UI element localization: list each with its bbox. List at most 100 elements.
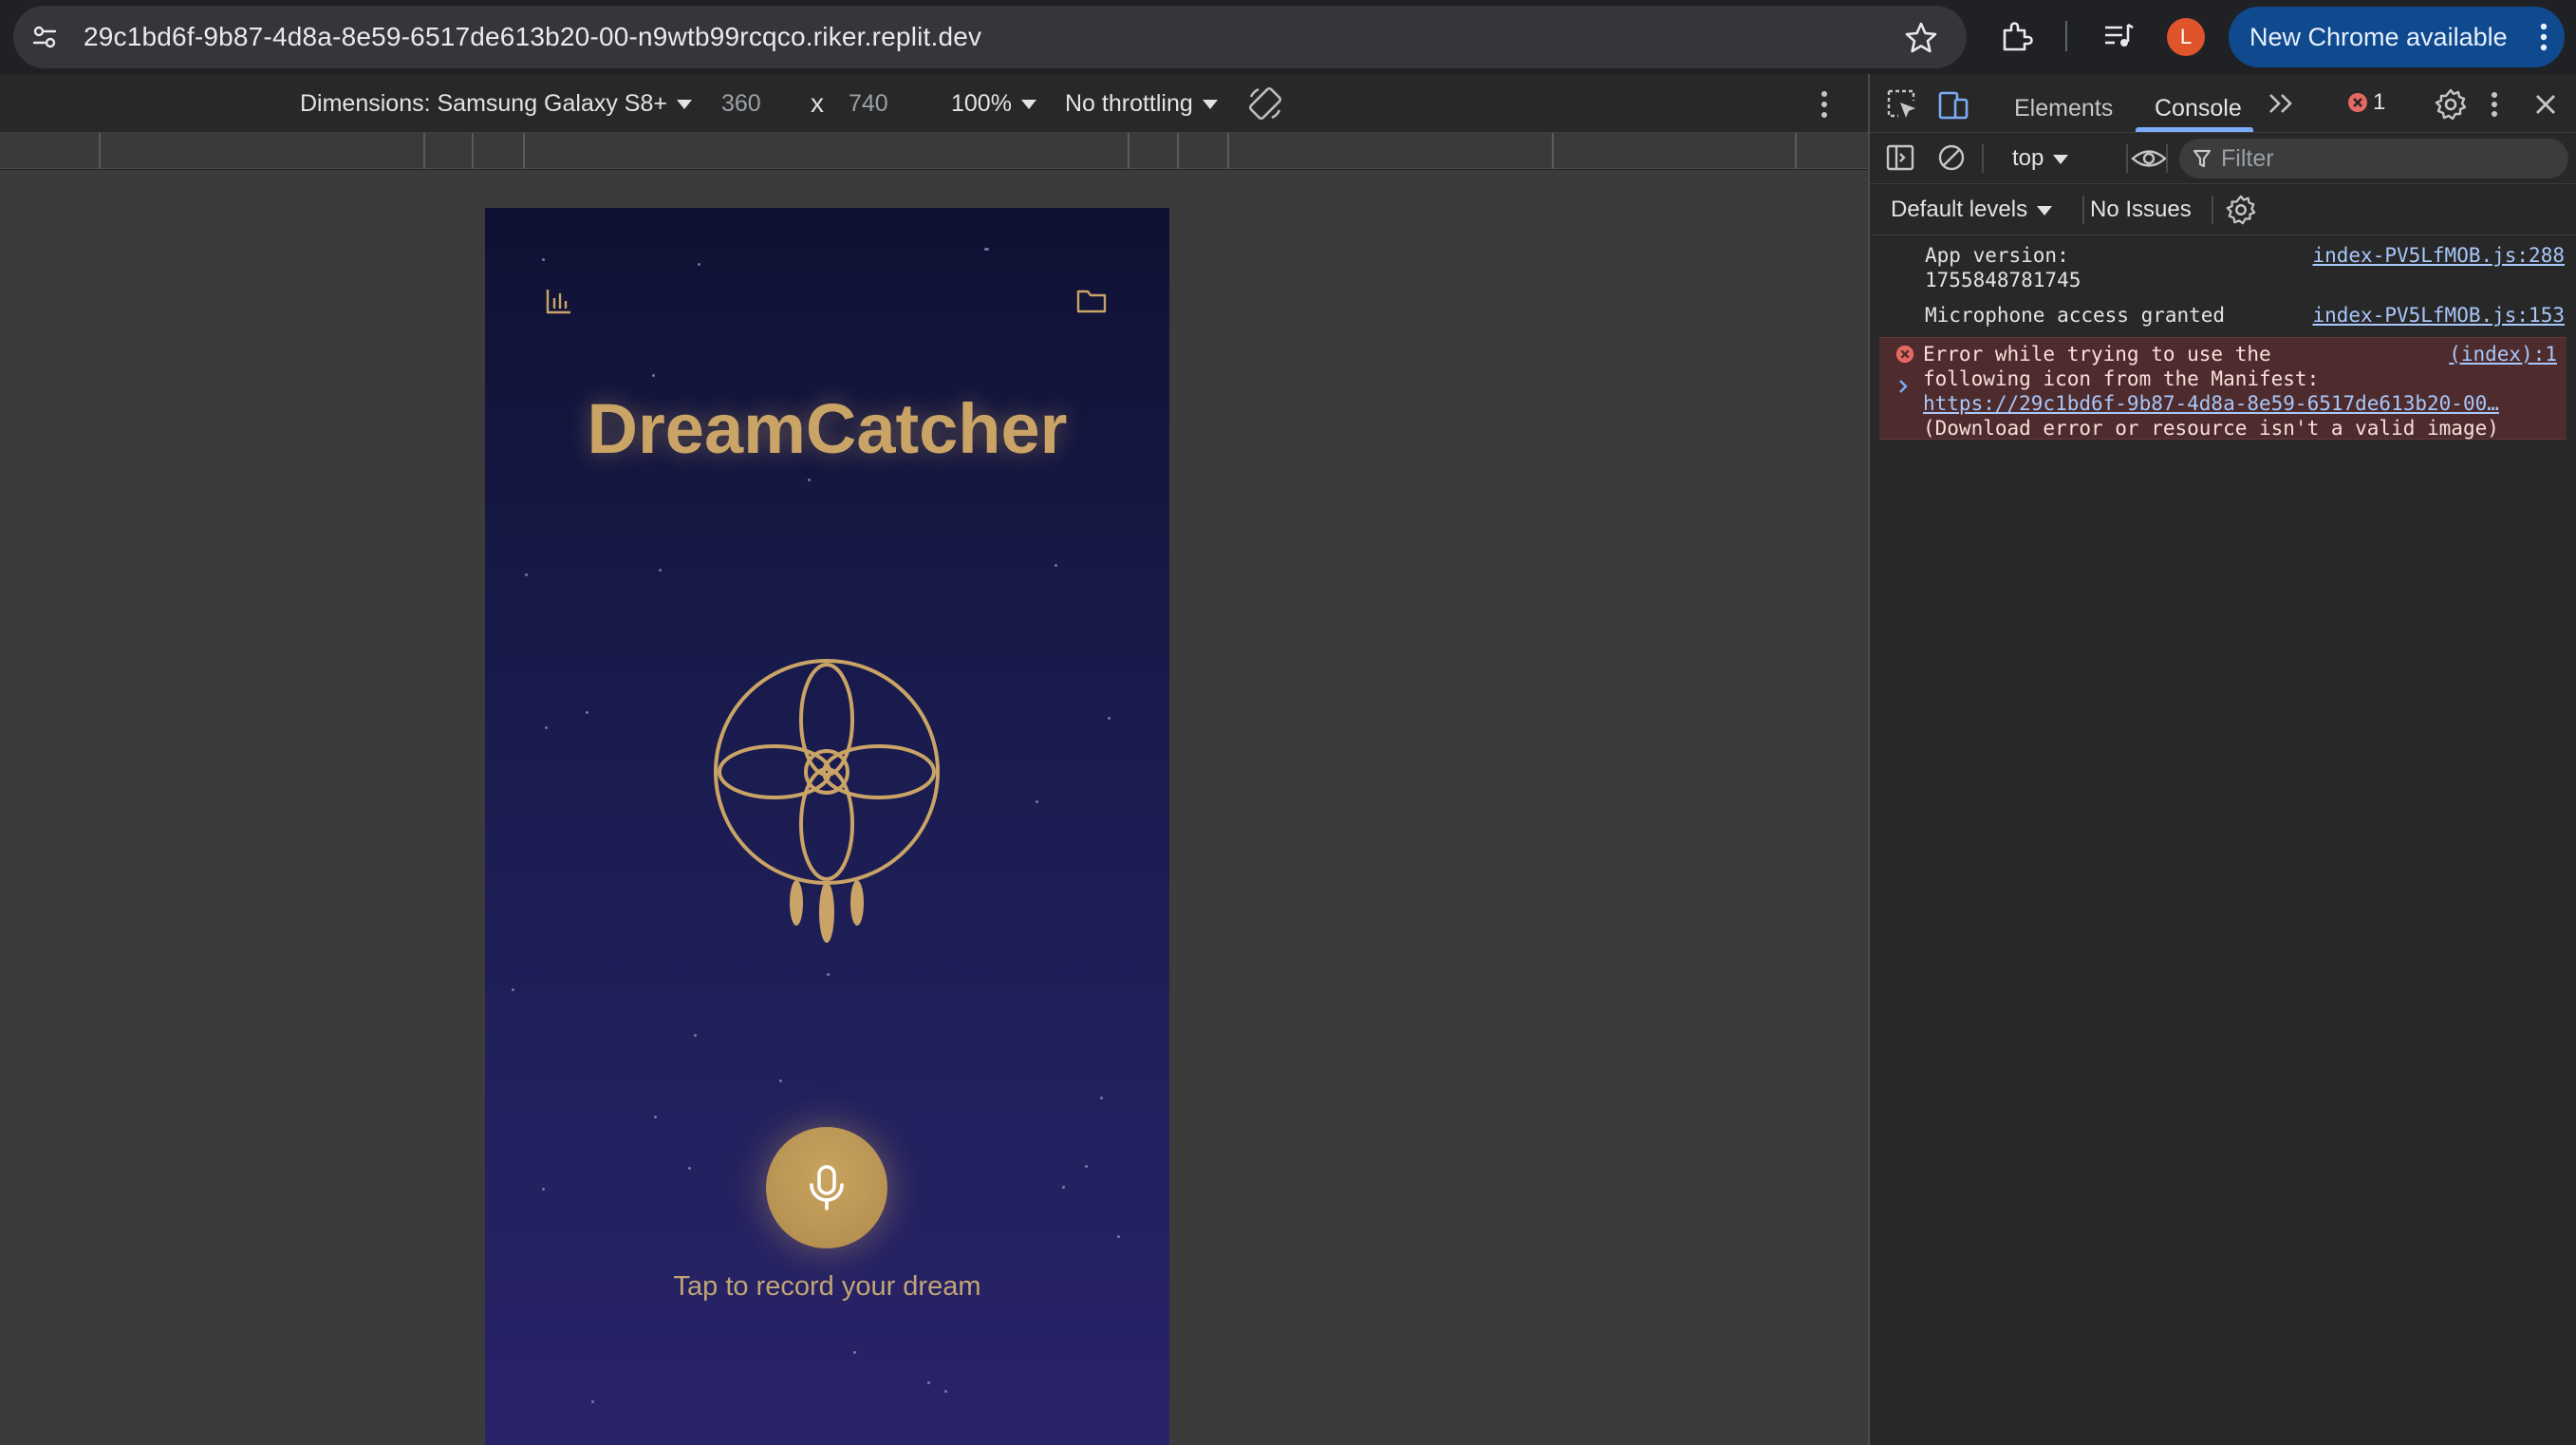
console-toolbar: top Filter — [1870, 133, 2576, 184]
log-levels-dropdown[interactable]: Default levels — [1891, 184, 2053, 235]
devtools-more-icon[interactable] — [2487, 87, 2502, 122]
manifest-icon-link[interactable]: https://29c1bd6f-9b87-4d8a-8e59-6517de61… — [1923, 391, 2567, 416]
star — [512, 988, 514, 991]
console-filter-input[interactable]: Filter — [2179, 139, 2568, 178]
address-bar[interactable]: 29c1bd6f-9b87-4d8a-8e59-6517de613b20-00-… — [13, 6, 1967, 68]
ruler-tick — [1795, 133, 1797, 169]
issues-counter[interactable]: No Issues — [2090, 184, 2192, 235]
close-icon[interactable] — [2529, 87, 2563, 122]
sidebar-toggle-icon[interactable] — [1885, 142, 1915, 173]
console-prompt-chevron-icon[interactable] — [1895, 374, 1913, 399]
profile-avatar[interactable]: L — [2167, 18, 2205, 56]
ruler-tick — [99, 133, 101, 169]
ruler-tick — [523, 133, 525, 169]
new-chrome-label: New Chrome available — [2249, 22, 2508, 51]
error-count-badge[interactable]: 1 — [2346, 84, 2385, 122]
chevron-down-icon — [2037, 205, 2053, 216]
star — [525, 573, 528, 576]
star — [694, 1034, 697, 1037]
folder-icon[interactable] — [1075, 286, 1108, 316]
throttling-label: No throttling — [1065, 90, 1193, 117]
console-message: Microphone access granted index-PV5LfMOB… — [1870, 299, 2576, 337]
star — [944, 1390, 947, 1393]
star — [986, 248, 989, 251]
record-button[interactable] — [766, 1127, 887, 1248]
console-settings-gear-icon[interactable] — [2225, 194, 2257, 226]
toolbar-divider — [2126, 144, 2128, 173]
message-source-link[interactable]: index-PV5LfMOB.js:153 — [2312, 303, 2565, 328]
tab-elements[interactable]: Elements — [2014, 74, 2113, 133]
star — [853, 1351, 856, 1354]
device-width-input[interactable]: 360 — [721, 74, 761, 133]
ruler-tick — [1177, 133, 1179, 169]
devtools-tabbar: Elements Console 1 — [1870, 74, 2576, 133]
record-hint-text: Tap to record your dream — [673, 1271, 981, 1302]
star — [542, 258, 545, 261]
star — [1117, 1235, 1120, 1238]
active-tab-indicator — [2136, 127, 2253, 132]
device-dimensions-dropdown[interactable]: Dimensions: Samsung Galaxy S8+ — [300, 74, 692, 133]
message-source-link[interactable]: index-PV5LfMOB.js:288 — [2312, 243, 2565, 268]
message-text: (Download error or resource isn't a vali… — [1923, 417, 2499, 440]
star — [827, 973, 830, 976]
error-icon — [1895, 345, 1914, 364]
context-label: top — [2012, 145, 2044, 171]
chevron-down-icon — [1202, 100, 1218, 110]
toolbar-divider — [2212, 196, 2213, 224]
app-screen: DreamCatcher Tap to record your dream — [485, 208, 1169, 1445]
throttling-dropdown[interactable]: No throttling — [1065, 74, 1218, 133]
kebab-menu-icon — [2540, 23, 2548, 51]
star — [1100, 1097, 1103, 1099]
inspect-element-icon[interactable] — [1885, 87, 1919, 122]
site-info-icon[interactable] — [27, 19, 63, 55]
media-query-ruler[interactable] — [0, 133, 1868, 169]
star — [545, 726, 548, 729]
toolbar-divider — [2166, 144, 2168, 173]
star — [659, 569, 662, 572]
live-expression-eye-icon[interactable] — [2130, 144, 2168, 173]
settings-gear-icon[interactable] — [2434, 87, 2468, 122]
dreamcatcher-logo-icon — [714, 659, 940, 943]
device-height-input[interactable]: 740 — [849, 74, 888, 133]
chevron-down-icon — [677, 100, 692, 110]
bookmark-star-icon[interactable] — [1904, 21, 1938, 55]
error-icon — [2348, 93, 2367, 112]
console-error-message: Error while trying to use the following … — [1879, 337, 2567, 440]
star — [591, 1400, 594, 1403]
star — [779, 1079, 782, 1082]
more-tabs-icon[interactable] — [2267, 89, 2297, 118]
ruler-tick — [1552, 133, 1554, 169]
console-levels-toolbar: Default levels No Issues — [1870, 184, 2576, 235]
context-selector[interactable]: top — [2012, 133, 2069, 184]
star — [654, 1116, 657, 1118]
stats-icon[interactable] — [544, 286, 574, 316]
tab-console[interactable]: Console — [2155, 74, 2242, 133]
new-chrome-available-button[interactable]: New Chrome available — [2229, 7, 2565, 67]
device-toolbar-more-icon[interactable] — [1815, 87, 1834, 122]
ruler-tick — [472, 133, 474, 169]
error-count: 1 — [2373, 89, 2386, 115]
browser-toolbar: 29c1bd6f-9b87-4d8a-8e59-6517de613b20-00-… — [0, 0, 2576, 74]
console-message: App version: 1755848781745 index-PV5LfMO… — [1870, 235, 2576, 299]
star — [1036, 800, 1038, 803]
ruler-tick — [423, 133, 425, 169]
extensions-icon[interactable] — [1997, 17, 2035, 55]
clear-console-icon[interactable] — [1936, 142, 1967, 173]
toolbar-divider — [2082, 196, 2084, 224]
chevron-down-icon — [2053, 154, 2069, 164]
url-text[interactable]: 29c1bd6f-9b87-4d8a-8e59-6517de613b20-00-… — [84, 6, 981, 68]
toolbar-divider — [2065, 21, 2067, 51]
rotate-device-icon[interactable] — [1245, 84, 1285, 123]
media-control-icon[interactable] — [2100, 17, 2137, 55]
device-toolbar-toggle-icon[interactable] — [1936, 87, 1970, 122]
star — [1055, 564, 1057, 567]
message-text: 1755848781745 — [1925, 269, 2081, 291]
zoom-dropdown[interactable]: 100% — [951, 74, 1036, 133]
message-source-link[interactable]: (index):1 — [2449, 342, 2557, 366]
device-toolbar: Dimensions: Samsung Galaxy S8+ 360 x 740… — [0, 74, 1868, 133]
filter-placeholder: Filter — [2221, 144, 2274, 172]
app-title: DreamCatcher — [587, 389, 1068, 468]
message-text: following icon from the Manifest: — [1923, 367, 2320, 390]
star — [688, 1167, 691, 1170]
zoom-label: 100% — [951, 90, 1012, 117]
